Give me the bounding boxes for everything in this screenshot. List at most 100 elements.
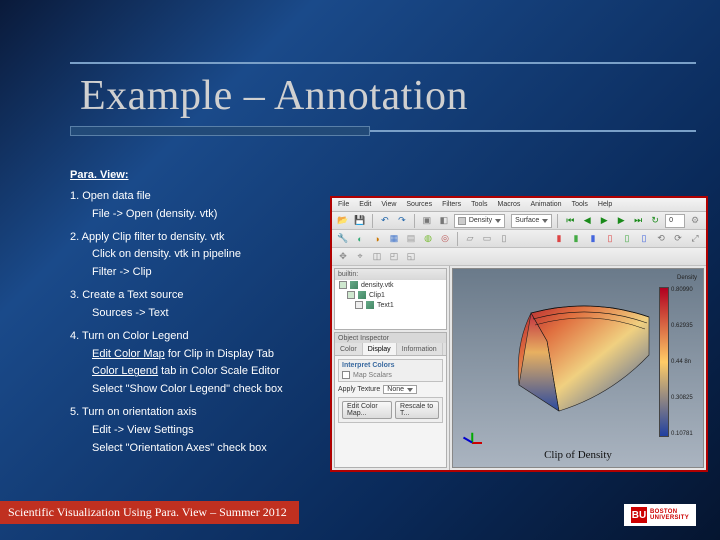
inspector-title: Object Inspector (335, 333, 446, 343)
logo-text: BOSTON UNIVERSITY (650, 509, 689, 521)
apply-texture-row: Apply Texture None (338, 385, 443, 394)
undo-icon: ↶ (378, 214, 392, 228)
step-substep: Select "Show Color Legend" check box (92, 382, 350, 397)
legend-title: Density (677, 275, 697, 281)
chevron-down-icon (542, 219, 548, 223)
title-block: Example – Annotation (70, 62, 696, 136)
menu-bar: FileEditViewSourcesFiltersToolsMacrosAni… (332, 198, 706, 212)
save-icon: 💾 (353, 214, 367, 228)
rotate-icon: ⟲ (654, 232, 668, 246)
bu-logo: BU BOSTON UNIVERSITY (624, 504, 696, 526)
separator-icon (557, 214, 558, 228)
title-rule-top (70, 62, 696, 64)
paraview-body: builtin: density.vtkClip1Text1 Object In… (332, 266, 706, 470)
visibility-icon (339, 281, 347, 289)
pipeline-browser: builtin: density.vtkClip1Text1 (334, 268, 447, 330)
color-buttons-group: Edit Color Map... Rescale to T... (338, 397, 443, 423)
redo-icon: ↷ (395, 214, 409, 228)
repr-combo: Surface (511, 214, 552, 228)
footer-bar: Scientific Visualization Using Para. Vie… (0, 501, 299, 524)
section-header: Para. View: (70, 168, 350, 183)
legend-tick: 0.44 8n (671, 359, 699, 365)
instruction-step: 3. Create a Text source Sources -> Text (70, 288, 350, 321)
title-rule-thin (370, 130, 696, 136)
step-substep: Sources -> Text (92, 306, 350, 321)
title-rule-bottom (70, 126, 696, 136)
select-icon: ◫ (370, 250, 384, 264)
visibility-icon (347, 291, 355, 299)
filter-icon: ◑ (370, 232, 384, 246)
source-icon (358, 291, 366, 299)
step-substep: Select "Orientation Axes" check box (92, 441, 350, 456)
filter-icon: 🔧 (336, 232, 350, 246)
menu-item: File (338, 201, 349, 208)
legend-ticks: 0.809900.629350.44 8n0.308250.10781 (669, 287, 699, 437)
step-line: 2. Apply Clip filter to density. vtk (70, 230, 350, 245)
pipeline-item: Text1 (335, 300, 446, 310)
filter-icon: ▭ (480, 232, 494, 246)
menu-item: Tools (471, 201, 487, 208)
filter-icon: ◍ (421, 232, 435, 246)
inspector-tabs: ColorDisplayInformation (335, 343, 446, 356)
interpret-colors-group: Interpret Colors Map Scalars (338, 359, 443, 382)
checkbox-label: Map Scalars (353, 372, 392, 379)
filter-icon: ▤ (404, 232, 418, 246)
axis-icon: ▯ (620, 232, 634, 246)
source-icon (350, 281, 358, 289)
menu-item: Macros (497, 201, 520, 208)
visibility-icon (355, 301, 363, 309)
toolbar-row-2: 🔧 ◐ ◑ ▦ ▤ ◍ ◎ ▱ ▭ ▯ ▮ ▮ ▮ ▯ ▯ ▯ ⟲ ⟳ ⤢ (332, 230, 706, 248)
step-substep: Color Legend tab in Color Scale Editor (92, 364, 350, 379)
axis-icon: ▯ (637, 232, 651, 246)
edit-colormap-button: Edit Color Map... (342, 401, 392, 419)
axis-icon: ▮ (569, 232, 583, 246)
apply-texture-select: None (383, 385, 417, 394)
select-icon: ◰ (387, 250, 401, 264)
underlined-term: Edit Color Map (92, 348, 165, 360)
step-substep: Edit -> View Settings (92, 423, 350, 438)
inspector-tab: Information (397, 343, 443, 355)
logo-line2: UNIVERSITY (650, 515, 689, 521)
frame-combo: 0 (665, 214, 685, 228)
apply-texture-label: Apply Texture (338, 386, 380, 393)
inspector-body: Interpret Colors Map Scalars Apply Textu… (335, 356, 446, 467)
filter-icon: ▯ (497, 232, 511, 246)
nav-icon: ◧ (437, 214, 451, 228)
open-icon: 📂 (336, 214, 350, 228)
map-scalars-checkbox: Map Scalars (342, 371, 439, 379)
axis-icon: ▯ (603, 232, 617, 246)
repr-combo-label: Surface (515, 217, 539, 224)
separator-icon (414, 214, 415, 228)
play-first-icon: ⏮ (563, 214, 577, 228)
inspector-tab: Display (363, 343, 397, 355)
play-prev-icon: ◀ (580, 214, 594, 228)
filter-icon: ▦ (387, 232, 401, 246)
step-line: 5. Turn on orientation axis (70, 405, 350, 420)
toolbar-row-3: ✥ ⌖ ◫ ◰ ◱ (332, 248, 706, 266)
menu-item: Help (598, 201, 612, 208)
chevron-down-icon (407, 388, 413, 392)
instructions-content: Para. View: 1. Open data fileFile -> Ope… (70, 168, 350, 464)
pipeline-item-label: Clip1 (369, 292, 385, 299)
axis-icon: ▮ (552, 232, 566, 246)
inspector-tab: Color (335, 343, 363, 355)
rescale-button: Rescale to T... (395, 401, 439, 419)
select-icon: ✥ (336, 250, 350, 264)
scalar-combo-label: Density (469, 217, 492, 224)
paraview-screenshot: FileEditViewSourcesFiltersToolsMacrosAni… (330, 196, 708, 472)
logo-initials: BU (631, 507, 647, 523)
pipeline-item-label: Text1 (377, 302, 394, 309)
legend-tick: 0.30825 (671, 395, 699, 401)
zoom-icon: ⤢ (688, 232, 702, 246)
legend-tick: 0.10781 (671, 431, 699, 437)
checkbox-icon (342, 371, 350, 379)
step-line: 3. Create a Text source (70, 288, 350, 303)
pipeline-item: Clip1 (335, 290, 446, 300)
chevron-down-icon (495, 219, 501, 223)
menu-item: Animation (530, 201, 561, 208)
nav-icon: ▣ (420, 214, 434, 228)
toolbar-row-1: 📂 💾 ↶ ↷ ▣ ◧ Density Surface ⏮ ◀ ▶ ▶ ⏭ ↻ … (332, 212, 706, 230)
axis-icon: ▮ (586, 232, 600, 246)
rotate-icon: ⟳ (671, 232, 685, 246)
source-icon (366, 301, 374, 309)
